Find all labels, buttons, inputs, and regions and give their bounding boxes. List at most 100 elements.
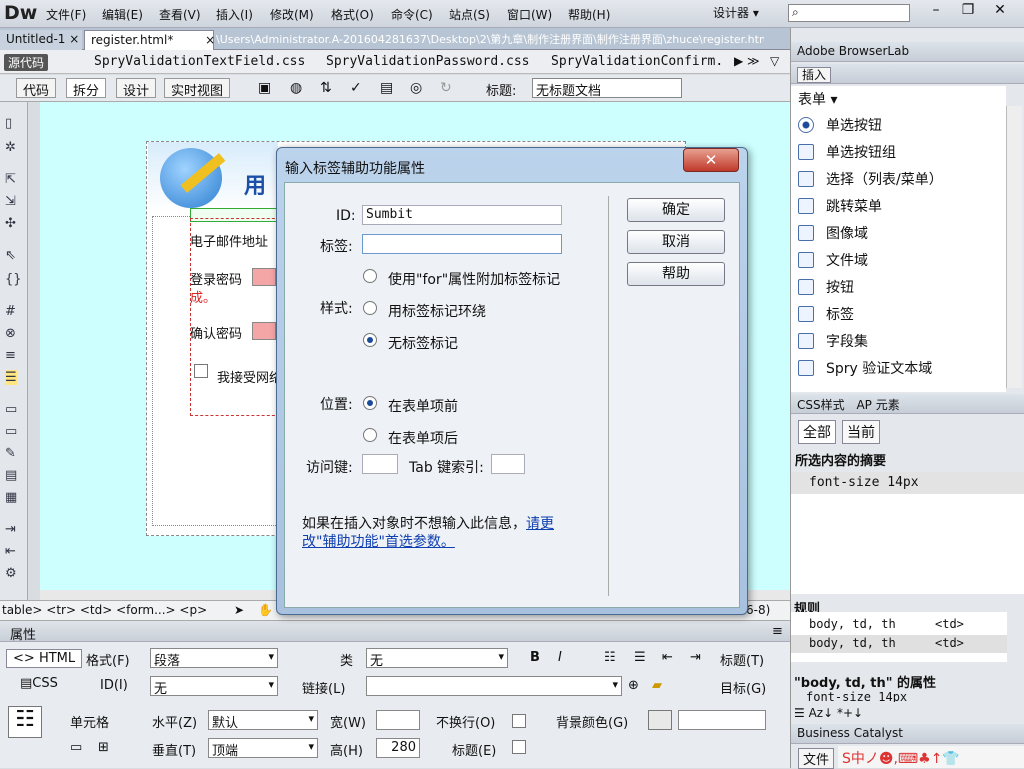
comment-icon[interactable]: ▭ [5,402,17,417]
insert-list-menu[interactable]: 选择（列表/菜单） [798,169,943,189]
summary-property[interactable]: font-size 14px [791,472,1024,494]
insert-scrollbar[interactable] [1006,106,1022,388]
insert-radio-group[interactable]: 单选按钮组 [798,142,896,162]
rule-row[interactable]: body, td, th <td> [791,616,1007,634]
source-code-button[interactable]: 源代码 [4,54,49,71]
design-view-button[interactable]: 设计 [116,78,157,99]
class-select[interactable]: 无 [366,648,508,669]
menu-window[interactable]: 窗口(W) [507,6,552,23]
settings-icon[interactable]: ✲ [5,140,16,155]
vert-select[interactable]: 顶端 [208,738,318,759]
word-wrap-icon[interactable]: ≡ [5,348,16,363]
nowrap-checkbox[interactable] [512,714,526,728]
code-view-button[interactable]: 代码 [16,78,57,99]
filter-icon[interactable]: ▽ [770,54,779,68]
help-search-input[interactable]: ⌕ [788,4,910,22]
indent-icon[interactable]: ⇥ [5,522,16,537]
restore-button[interactable]: ❐ [952,0,984,20]
tab-ap-elements[interactable]: AP 元素 [856,398,899,412]
line-numbers-icon[interactable]: # [5,304,16,319]
tab-register[interactable]: register.html* × [84,30,215,50]
visual-aids-icon[interactable]: ▤ [380,80,393,96]
tab-css-styles[interactable]: CSS样式 [797,398,845,412]
insert-fieldset[interactable]: 字段集 [798,331,868,351]
rule-row[interactable]: body, td, th <td> [791,635,1007,653]
menu-edit[interactable]: 编辑(E) [102,6,143,23]
related-file-3[interactable]: SpryValidationConfirm. [551,54,723,69]
close-tab-icon[interactable]: × [205,33,215,47]
split-view-button[interactable]: 拆分 [66,78,107,99]
insert-image-field[interactable]: 图像域 [798,223,868,243]
width-input[interactable] [376,710,420,730]
position-after-radio[interactable] [363,428,377,442]
ime-status-icons[interactable]: S中ノ☻,⌨♣↑👕 [842,748,960,768]
style-for-radio[interactable] [363,269,377,283]
height-input[interactable]: 280 [376,738,420,758]
label-input[interactable] [362,234,562,254]
confirm-password-field[interactable] [252,322,276,340]
move-css-icon[interactable]: ▦ [5,490,17,505]
ok-button[interactable]: 确定 [627,198,725,222]
menu-view[interactable]: 查看(V) [159,6,201,23]
live-view-button[interactable]: 实时视图 [164,78,231,99]
balance-braces-icon[interactable]: {} [5,272,22,287]
menu-file[interactable]: 文件(F) [46,6,86,23]
browser-check-icon[interactable]: ✓ [350,80,362,96]
accesskey-input[interactable] [362,454,398,474]
expand-all-icon[interactable]: ✣ [5,216,16,231]
tabindex-input[interactable] [491,454,525,474]
horz-select[interactable]: 默认 [208,710,318,731]
all-button[interactable]: 全部 [798,420,836,444]
collapse-tag-icon[interactable]: ⇱ [5,172,16,187]
related-file-1[interactable]: SpryValidationTextField.css [94,54,305,69]
document-title-input[interactable]: 无标题文档 [532,78,682,99]
syntax-coloring-icon[interactable]: ☰ [5,370,17,385]
close-window-button[interactable]: ✕ [984,0,1016,20]
bgcolor-input[interactable] [678,710,766,730]
css-mode-button[interactable]: ▤CSS [20,676,58,691]
indent-text-icon[interactable]: ⇥ [690,650,701,665]
menu-modify[interactable]: 修改(M) [270,6,314,23]
html-mode-button[interactable]: <> HTML [6,649,83,668]
inspect-icon[interactable]: ◎ [410,80,422,96]
point-to-file-icon[interactable]: ⊕ [628,678,639,693]
menu-format[interactable]: 格式(O) [331,6,374,23]
header-checkbox[interactable] [512,740,526,754]
workspace-switcher[interactable]: 设计器 ▾ [713,4,759,21]
menu-help[interactable]: 帮助(H) [568,6,610,23]
remove-comment-icon[interactable]: ▭ [5,424,17,439]
insert-label[interactable]: 标签 [798,304,854,324]
browserlab-header[interactable]: Adobe BrowserLab [791,42,1024,62]
menu-insert[interactable]: 插入(I) [216,6,253,23]
tab-untitled[interactable]: Untitled-1 × [0,30,82,50]
collapse-selection-icon[interactable]: ⇲ [5,194,16,209]
current-button[interactable]: 当前 [842,420,880,444]
cancel-button[interactable]: 取消 [627,230,725,254]
related-file-2[interactable]: SpryValidationPassword.css [326,54,530,69]
open-documents-icon[interactable]: ▯ [5,116,12,131]
highlight-invalid-icon[interactable]: ⊗ [5,326,16,341]
position-before-radio[interactable] [363,396,377,410]
id-input[interactable]: Sumbit [362,205,562,225]
italic-button[interactable]: I [558,650,562,665]
tag-selector[interactable]: table> <tr> <td> <form...> <p> [2,603,207,617]
multiscreen-icon[interactable]: ▣ [258,80,271,96]
file-management-icon[interactable]: ⇅ [320,80,332,96]
unordered-list-icon[interactable]: ☷ [604,650,616,665]
hand-tool-icon[interactable]: ✋ [258,603,273,617]
format-source-icon[interactable]: ⚙ [5,566,17,581]
menu-commands[interactable]: 命令(C) [391,6,433,23]
insert-radio-button[interactable]: 单选按钮 [798,115,882,135]
folder-icon[interactable]: ▰ [652,678,662,693]
outdent-icon[interactable]: ⇤ [5,544,16,559]
help-button[interactable]: 帮助 [627,262,725,286]
merge-cells-icon[interactable]: ▭ [70,740,82,755]
link-input[interactable] [366,676,622,696]
wrap-tag-icon[interactable]: ✎ [5,446,16,461]
insert-spry-textfield[interactable]: Spry 验证文本域 [798,358,932,378]
id-select[interactable]: 无 [150,676,278,697]
insert-category-select[interactable]: 表单 ▾ [798,89,837,109]
insert-file-field[interactable]: 文件域 [798,250,868,270]
password-field[interactable] [252,268,276,286]
style-wrap-radio[interactable] [363,301,377,315]
